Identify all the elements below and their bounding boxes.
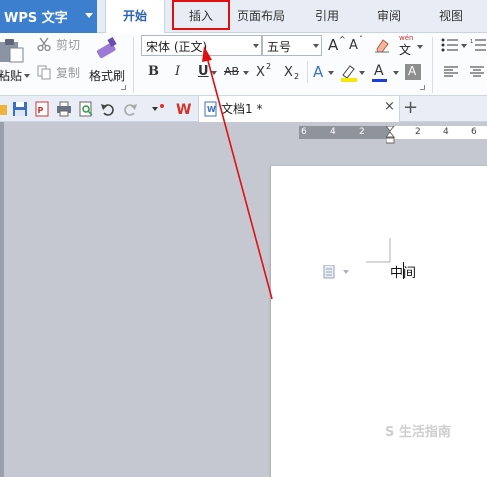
watermark: S 生活指南: [385, 425, 451, 440]
annotation-arrow: [202, 46, 273, 300]
